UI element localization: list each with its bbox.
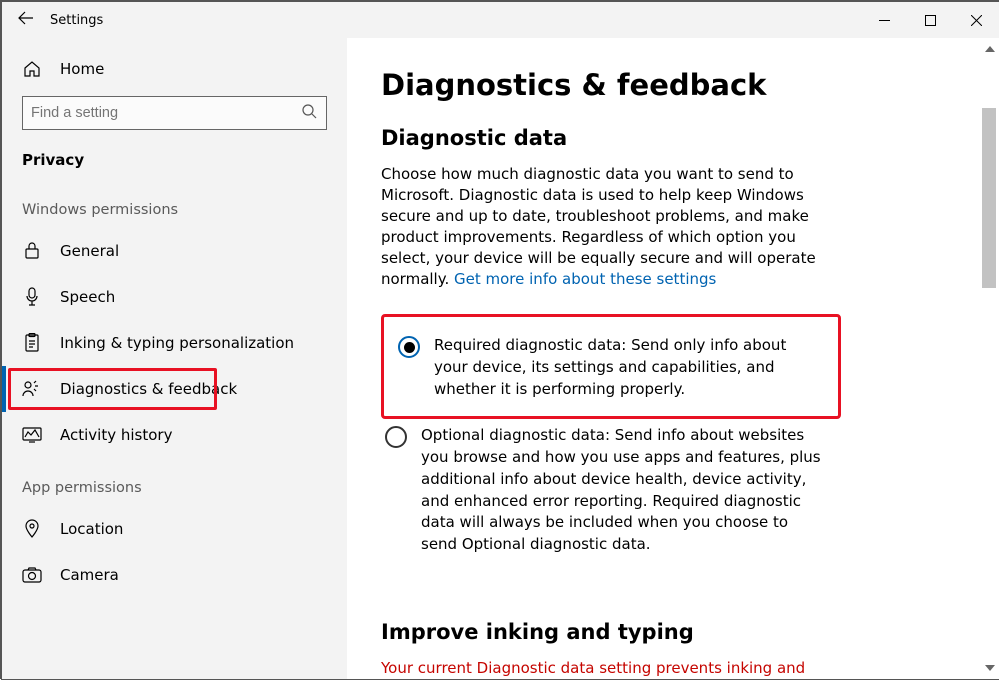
sidebar-item-camera[interactable]: Camera: [2, 552, 347, 598]
camera-icon: [22, 567, 42, 583]
radio-optional-label: Optional diagnostic data: Send info abou…: [421, 425, 827, 556]
minimize-icon: [879, 15, 890, 26]
microphone-icon: [22, 287, 42, 307]
sidebar-item-label: Camera: [60, 566, 119, 584]
sidebar-item-label: General: [60, 242, 119, 260]
lock-icon: [22, 242, 42, 260]
sidebar-item-label: Speech: [60, 288, 115, 306]
sidebar-group-app: App permissions: [2, 458, 347, 506]
sidebar: Home Privacy Windows permissions General: [2, 38, 347, 679]
window-title: Settings: [50, 13, 103, 28]
clipboard-icon: [22, 333, 42, 353]
sidebar-home-label: Home: [60, 60, 104, 78]
sidebar-item-inking[interactable]: Inking & typing personalization: [2, 320, 347, 366]
close-icon: [971, 15, 982, 26]
section-diagnostic-data: Diagnostic data: [381, 126, 943, 150]
sidebar-item-general[interactable]: General: [2, 228, 347, 274]
scroll-up-button[interactable]: [982, 40, 997, 58]
intro-paragraph: Choose how much diagnostic data you want…: [381, 164, 821, 290]
back-button[interactable]: [2, 10, 50, 30]
sidebar-item-speech[interactable]: Speech: [2, 274, 347, 320]
arrow-left-icon: [18, 10, 34, 26]
section-improve-inking: Improve inking and typing: [381, 620, 943, 644]
scrollbar[interactable]: [981, 40, 997, 677]
sidebar-item-label: Location: [60, 520, 123, 538]
sidebar-item-home[interactable]: Home: [2, 46, 347, 92]
page-title: Diagnostics & feedback: [381, 68, 943, 102]
sidebar-item-label: Inking & typing personalization: [60, 334, 294, 352]
location-icon: [22, 519, 42, 539]
scrollbar-thumb[interactable]: [982, 108, 996, 288]
maximize-icon: [925, 15, 936, 26]
sidebar-item-diagnostics[interactable]: Diagnostics & feedback: [2, 366, 347, 412]
sidebar-item-location[interactable]: Location: [2, 506, 347, 552]
radio-optional-diagnostic[interactable]: Optional diagnostic data: Send info abou…: [381, 419, 831, 562]
search-icon: [301, 103, 317, 123]
feedback-icon: [22, 380, 42, 398]
radio-required-label: Required diagnostic data: Send only info…: [434, 335, 824, 400]
radio-button-unselected-icon: [385, 426, 407, 448]
chevron-up-icon: [985, 46, 995, 52]
sidebar-item-activity[interactable]: Activity history: [2, 412, 347, 458]
chevron-down-icon: [985, 665, 995, 671]
minimize-button[interactable]: [861, 2, 907, 38]
sidebar-group-windows: Windows permissions: [2, 180, 347, 228]
radio-button-selected-icon: [398, 336, 420, 358]
maximize-button[interactable]: [907, 2, 953, 38]
home-icon: [22, 60, 42, 78]
activity-icon: [22, 427, 42, 443]
sidebar-item-label: Activity history: [60, 426, 172, 444]
close-button[interactable]: [953, 2, 999, 38]
sidebar-category-label: Privacy: [22, 151, 84, 169]
warning-text: Your current Diagnostic data setting pre…: [381, 658, 821, 679]
diagnostic-radio-group: Required diagnostic data: Send only info…: [381, 314, 943, 562]
selected-indicator: [2, 366, 6, 412]
radio-required-diagnostic[interactable]: Required diagnostic data: Send only info…: [394, 329, 828, 406]
title-bar: Settings: [2, 2, 999, 38]
sidebar-item-label: Diagnostics & feedback: [60, 380, 237, 398]
more-info-link[interactable]: Get more info about these settings: [454, 270, 716, 288]
search-box[interactable]: [22, 96, 327, 130]
main-content: Diagnostics & feedback Diagnostic data C…: [347, 38, 999, 679]
sidebar-category: Privacy: [2, 140, 347, 180]
search-input[interactable]: [22, 96, 327, 130]
scroll-down-button[interactable]: [982, 659, 997, 677]
annotation-highlight: Required diagnostic data: Send only info…: [381, 314, 841, 419]
